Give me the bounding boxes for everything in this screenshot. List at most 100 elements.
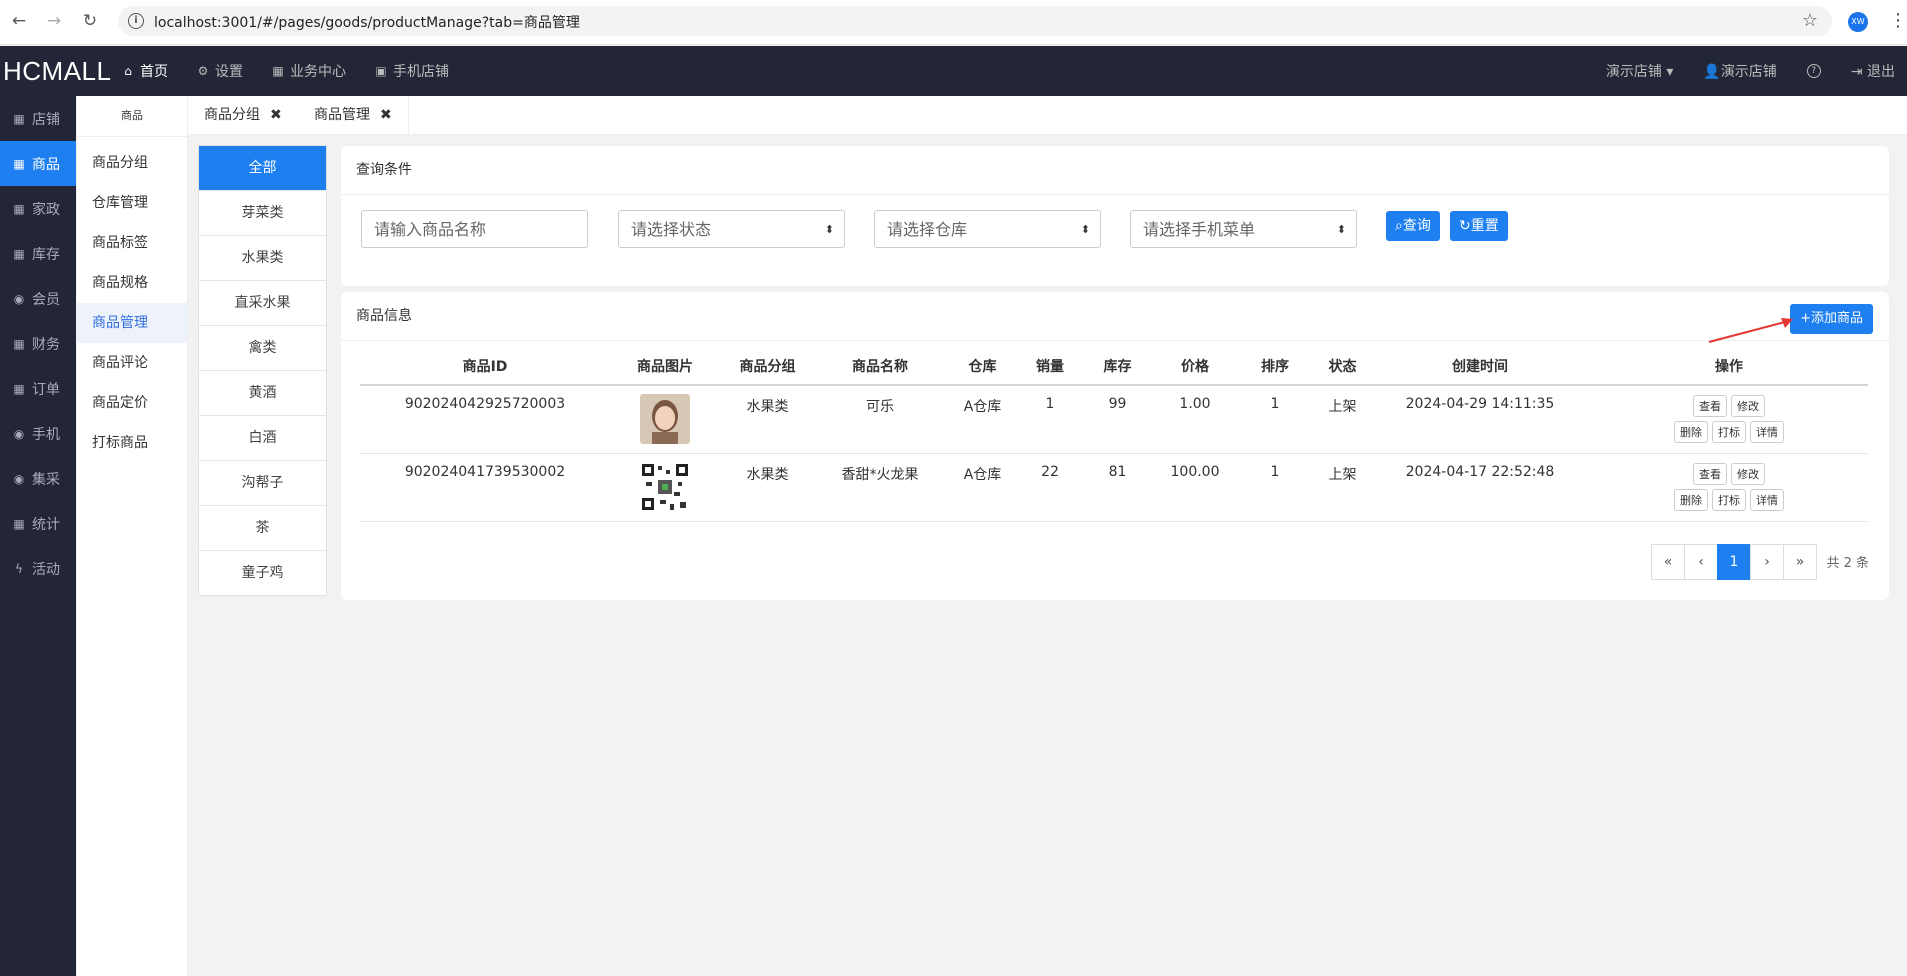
cell-stock: 99 bbox=[1080, 385, 1155, 454]
search-button[interactable]: ⌕查询 bbox=[1386, 211, 1440, 241]
category-item[interactable]: 黄酒 bbox=[199, 370, 326, 415]
submenu-item-marked[interactable]: 打标商品 bbox=[77, 423, 187, 463]
submenu-item-product-manage[interactable]: 商品管理 bbox=[77, 303, 187, 343]
nav-business[interactable]: ▦ 业务中心 bbox=[271, 61, 346, 81]
cell-created: 2024-04-29 14:11:35 bbox=[1370, 385, 1590, 454]
close-icon[interactable]: ✖ bbox=[380, 107, 392, 123]
globe-icon: ◉ bbox=[13, 471, 25, 486]
page-number[interactable]: 1 bbox=[1717, 544, 1751, 580]
back-icon[interactable]: ← bbox=[8, 10, 30, 32]
submenu-item-groups[interactable]: 商品分组 bbox=[77, 143, 187, 183]
refresh-icon: ↻ bbox=[1459, 218, 1471, 234]
nav-mobile-store[interactable]: ▣ 手机店铺 bbox=[374, 61, 449, 81]
mobile-menu-select[interactable]: 请选择手机菜单 ⬍ bbox=[1130, 210, 1357, 248]
nav-settings[interactable]: ⚙ 设置 bbox=[196, 61, 243, 81]
category-item[interactable]: 白酒 bbox=[199, 415, 326, 460]
page-tabs: 商品分组 ✖ 商品管理 ✖ bbox=[188, 96, 1907, 135]
logout-button[interactable]: ⇥ 退出 bbox=[1851, 61, 1895, 81]
category-item[interactable]: 直采水果 bbox=[199, 280, 326, 325]
tab-product-manage[interactable]: 商品管理 ✖ bbox=[298, 96, 409, 134]
cell-name: 可乐 bbox=[815, 385, 945, 454]
cell-sales: 22 bbox=[1020, 453, 1080, 522]
user-menu[interactable]: 👤演示店铺 bbox=[1703, 61, 1776, 81]
category-item[interactable]: 芽菜类 bbox=[199, 190, 326, 235]
browser-toolbar: ← → ↻ i localhost:3001/#/pages/goods/pro… bbox=[0, 0, 1907, 45]
sort-caret-icon: ⬍ bbox=[824, 223, 834, 236]
sidebar-item-goods[interactable]: ▦ 商品 bbox=[0, 141, 76, 186]
product-table: 商品ID 商品图片 商品分组 商品名称 仓库 销量 库存 价格 排序 状态 创建… bbox=[360, 354, 1868, 522]
qrcode-image[interactable] bbox=[640, 462, 690, 512]
sidebar-item-activity[interactable]: ϟ 活动 bbox=[0, 546, 76, 591]
view-button[interactable]: 查看 bbox=[1693, 395, 1727, 417]
product-info-panel: 商品信息 +添加商品 商品ID 商品图片 商品分组 商品名称 仓库 销量 库存 … bbox=[341, 292, 1889, 600]
product-name-input[interactable]: 请输入商品名称 bbox=[361, 210, 588, 248]
sidebar-item-finance[interactable]: ▦ 财务 bbox=[0, 321, 76, 366]
table-row: 902024042925720003 水果类 可乐 A仓库 1 99 1.00 … bbox=[360, 385, 1868, 454]
submenu-item-reviews[interactable]: 商品评论 bbox=[77, 343, 187, 383]
category-item[interactable]: 全部 bbox=[199, 146, 326, 190]
submenu-item-warehouse[interactable]: 仓库管理 bbox=[77, 183, 187, 223]
address-bar[interactable]: i localhost:3001/#/pages/goods/productMa… bbox=[118, 6, 1832, 36]
sidebar-item-member[interactable]: ◉ 会员 bbox=[0, 276, 76, 321]
category-item[interactable]: 童子鸡 bbox=[199, 550, 326, 595]
col-header: 商品图片 bbox=[610, 354, 720, 386]
col-header: 仓库 bbox=[945, 354, 1020, 386]
col-header: 价格 bbox=[1155, 354, 1235, 386]
sidebar-item-housekeeping[interactable]: ▦ 家政 bbox=[0, 186, 76, 231]
mark-button[interactable]: 打标 bbox=[1712, 489, 1746, 511]
mark-button[interactable]: 打标 bbox=[1712, 421, 1746, 443]
sidebar-item-inventory[interactable]: ▦ 库存 bbox=[0, 231, 76, 276]
bookmark-star-icon[interactable]: ☆ bbox=[1802, 10, 1818, 31]
category-item[interactable]: 茶 bbox=[199, 505, 326, 550]
edit-button[interactable]: 修改 bbox=[1731, 463, 1765, 485]
reload-icon[interactable]: ↻ bbox=[79, 10, 101, 32]
submenu-title: 商品 bbox=[77, 96, 187, 137]
details-button[interactable]: 详情 bbox=[1750, 421, 1784, 443]
store-dropdown[interactable]: 演示店铺 ▾ bbox=[1606, 61, 1673, 81]
forward-icon[interactable]: → bbox=[43, 10, 65, 32]
reset-button[interactable]: ↻重置 bbox=[1450, 211, 1508, 241]
page-first[interactable]: « bbox=[1651, 544, 1685, 580]
tab-product-groups[interactable]: 商品分组 ✖ bbox=[188, 96, 299, 134]
sidebar-item-mobile[interactable]: ◉ 手机 bbox=[0, 411, 76, 456]
sidebar-item-stats[interactable]: ▦ 统计 bbox=[0, 501, 76, 546]
cell-sales: 1 bbox=[1020, 385, 1080, 454]
warehouse-select[interactable]: 请选择仓库 ⬍ bbox=[874, 210, 1101, 248]
cell-id: 902024041739530002 bbox=[360, 453, 610, 522]
page-prev[interactable]: ‹ bbox=[1684, 544, 1718, 580]
home-icon: ⌂ bbox=[124, 64, 132, 78]
category-item[interactable]: 沟帮子 bbox=[199, 460, 326, 505]
product-image[interactable] bbox=[640, 394, 690, 444]
category-item[interactable]: 水果类 bbox=[199, 235, 326, 280]
submenu-item-pricing[interactable]: 商品定价 bbox=[77, 383, 187, 423]
cell-stock: 81 bbox=[1080, 453, 1155, 522]
category-item[interactable]: 禽类 bbox=[199, 325, 326, 370]
view-button[interactable]: 查看 bbox=[1693, 463, 1727, 485]
cell-ops: 查看 修改 删除 打标 详情 bbox=[1590, 385, 1868, 454]
delete-button[interactable]: 删除 bbox=[1674, 421, 1708, 443]
add-product-button[interactable]: +添加商品 bbox=[1790, 304, 1873, 334]
cell-image bbox=[610, 385, 720, 454]
app-header: HCMALL ⌂ 首页 ⚙ 设置 ▦ 业务中心 ▣ 手机店铺 演示店铺 ▾ 👤演示店铺 … bbox=[0, 46, 1907, 96]
details-button[interactable]: 详情 bbox=[1750, 489, 1784, 511]
close-icon[interactable]: ✖ bbox=[270, 107, 282, 123]
sidebar-item-orders[interactable]: ▦ 订单 bbox=[0, 366, 76, 411]
grid-icon: ▦ bbox=[13, 111, 25, 126]
browser-menu-icon[interactable]: ⋮ bbox=[1889, 10, 1907, 31]
delete-button[interactable]: 删除 bbox=[1674, 489, 1708, 511]
submenu-item-specs[interactable]: 商品规格 bbox=[77, 263, 187, 303]
cell-warehouse: A仓库 bbox=[945, 453, 1020, 522]
status-select[interactable]: 请选择状态 ⬍ bbox=[618, 210, 845, 248]
help-icon[interactable]: ? bbox=[1806, 64, 1821, 78]
sidebar-item-procurement[interactable]: ◉ 集采 bbox=[0, 456, 76, 501]
grid-icon: ▦ bbox=[13, 336, 25, 351]
nav-home[interactable]: ⌂ 首页 bbox=[121, 61, 168, 81]
page-last[interactable]: » bbox=[1783, 544, 1817, 580]
site-info-icon[interactable]: i bbox=[128, 13, 144, 29]
cell-created: 2024-04-17 22:52:48 bbox=[1370, 453, 1590, 522]
page-next[interactable]: › bbox=[1750, 544, 1784, 580]
submenu-item-tags[interactable]: 商品标签 bbox=[77, 223, 187, 263]
sidebar-item-store[interactable]: ▦ 店铺 bbox=[0, 96, 76, 141]
edit-button[interactable]: 修改 bbox=[1731, 395, 1765, 417]
profile-avatar[interactable]: XW bbox=[1848, 12, 1868, 32]
